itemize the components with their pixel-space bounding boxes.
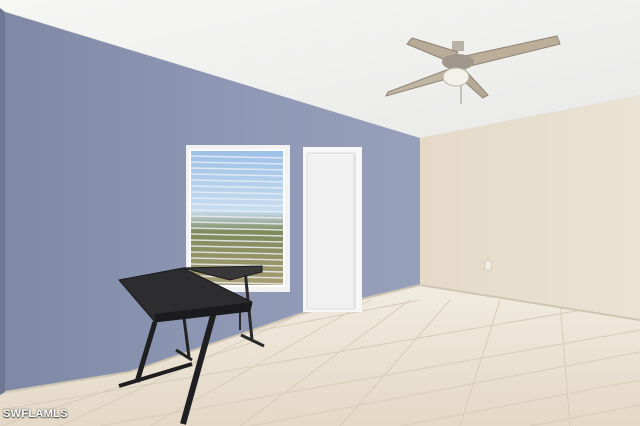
- room-photo: SWFLAMLS: [0, 0, 640, 426]
- watermark: SWFLAMLS: [3, 408, 68, 420]
- left-wall-edge: [0, 8, 5, 395]
- room-illustration: [0, 0, 640, 426]
- door: [303, 147, 362, 312]
- wall-outlet: [484, 260, 492, 271]
